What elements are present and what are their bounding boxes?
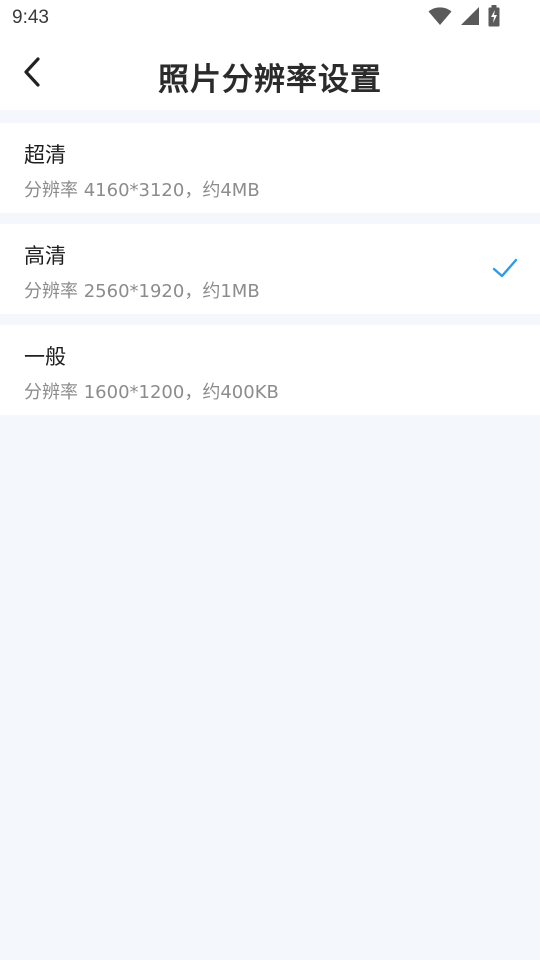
status-bar: 9:43	[0, 0, 540, 36]
option-title: 超清	[24, 143, 66, 167]
resolution-options-list: 超清 分辨率 4160*3120，约4MB 高清 分辨率 2560*1920，约…	[0, 123, 540, 415]
check-icon	[492, 255, 518, 281]
option-ultra-hd[interactable]: 超清 分辨率 4160*3120，约4MB	[0, 123, 540, 213]
option-title: 一般	[24, 345, 66, 369]
wifi-icon	[428, 6, 452, 30]
option-normal[interactable]: 一般 分辨率 1600*1200，约400KB	[0, 325, 540, 415]
option-description: 分辨率 2560*1920，约1MB	[24, 281, 260, 302]
option-title: 高清	[24, 244, 66, 268]
status-icons	[428, 5, 500, 31]
page-title: 照片分辨率设置	[158, 62, 382, 98]
header: 照片分辨率设置	[0, 36, 540, 110]
option-description: 分辨率 4160*3120，约4MB	[24, 180, 260, 201]
option-hd[interactable]: 高清 分辨率 2560*1920，约1MB	[0, 224, 540, 314]
option-description: 分辨率 1600*1200，约400KB	[24, 382, 279, 403]
status-time: 9:43	[12, 7, 49, 28]
signal-icon	[460, 6, 480, 30]
battery-charging-icon	[488, 5, 500, 31]
